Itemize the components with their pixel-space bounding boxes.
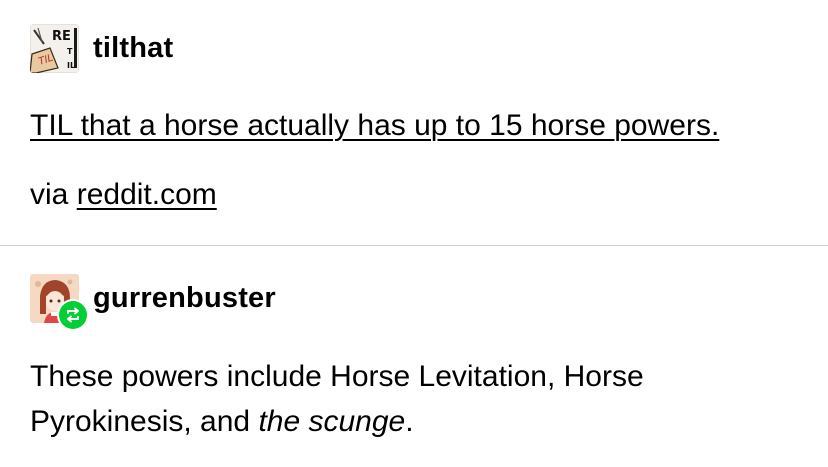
source-attribution: via reddit.com: [30, 172, 217, 217]
post-header: TIL RE T IL tilthat: [30, 24, 173, 73]
anime-character-avatar-icon[interactable]: [30, 274, 89, 331]
svg-text:IL: IL: [67, 61, 75, 70]
svg-text:RE: RE: [52, 29, 71, 44]
post-header: gurrenbuster: [30, 274, 276, 331]
username[interactable]: gurrenbuster: [93, 284, 276, 313]
comment-text-emphasis: the scunge: [258, 405, 406, 438]
reblog-icon: [59, 301, 87, 329]
post-tilthat: TIL RE T IL tilthat TIL that a horse act…: [0, 0, 828, 246]
post-title-text[interactable]: TIL that a horse actually has up to 15 h…: [30, 109, 719, 142]
via-label: via: [30, 178, 69, 211]
svg-text:T: T: [67, 47, 73, 56]
post-title-link[interactable]: TIL that a horse actually has up to 15 h…: [30, 103, 719, 148]
post-gurrenbuster: gurrenbuster These powers include Horse …: [0, 246, 828, 467]
reblog-badge: [57, 299, 89, 331]
comment-text-end: .: [405, 405, 414, 438]
reblog-comment: These powers include Horse Levitation, H…: [30, 354, 750, 444]
til-reddit-avatar-icon[interactable]: TIL RE T IL: [30, 24, 79, 73]
source-link[interactable]: reddit.com: [77, 178, 217, 211]
username[interactable]: tilthat: [93, 34, 173, 63]
